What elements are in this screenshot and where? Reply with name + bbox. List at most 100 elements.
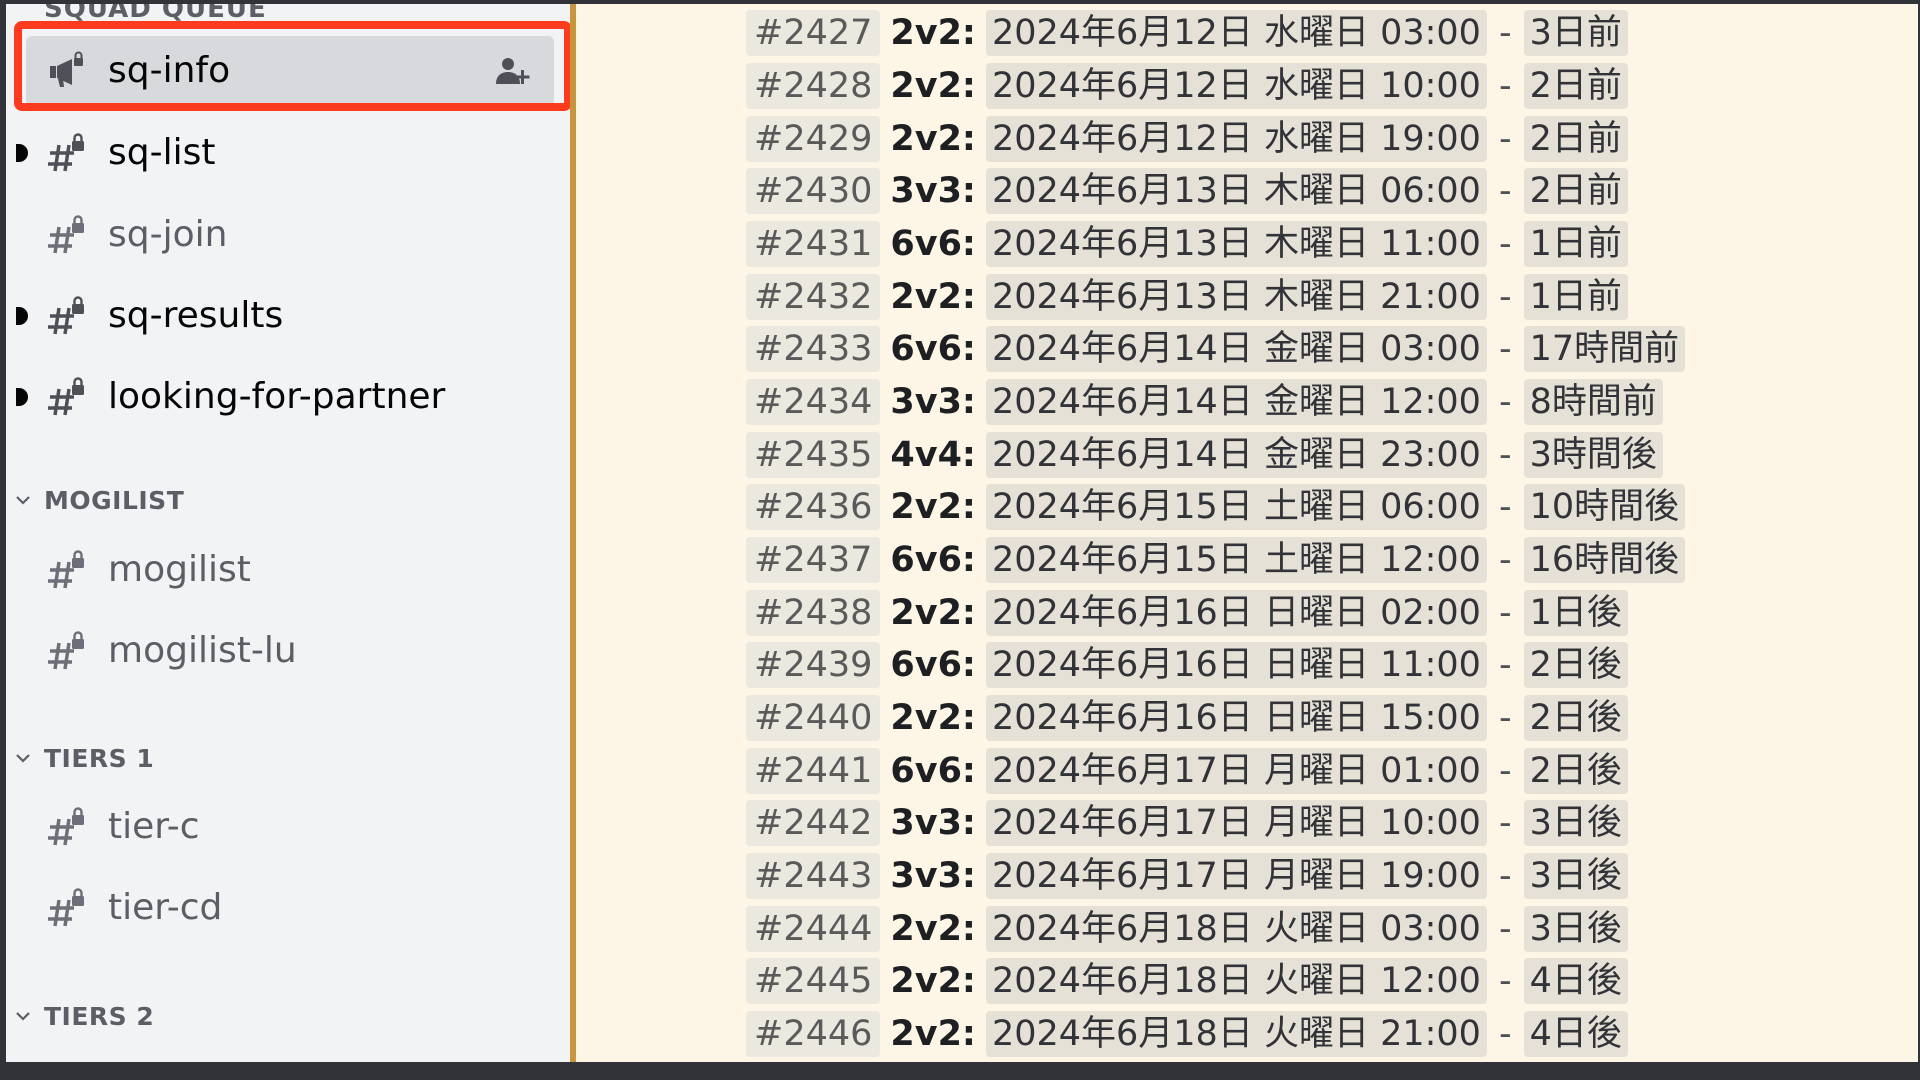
schedule-row: #2432 2v2: 2024年6月13日 木曜日 21:00 - 1日前 <box>746 274 1628 320</box>
timestamp[interactable]: 2024年6月14日 金曜日 23:00 <box>985 432 1487 478</box>
squad-number: #2444 <box>746 906 881 952</box>
schedule-row: #2439 6v6: 2024年6月16日 日曜日 11:00 - 2日後 <box>746 642 1628 688</box>
relative-time[interactable]: 2日前 <box>1523 116 1628 162</box>
timestamp[interactable]: 2024年6月17日 月曜日 10:00 <box>985 800 1487 846</box>
channel-label: tier-cd <box>108 887 223 928</box>
relative-time[interactable]: 2日前 <box>1523 168 1628 214</box>
timestamp[interactable]: 2024年6月18日 火曜日 21:00 <box>985 1011 1487 1057</box>
add-member-icon[interactable] <box>494 54 530 90</box>
timestamp[interactable]: 2024年6月13日 木曜日 06:00 <box>985 168 1487 214</box>
relative-time[interactable]: 17時間前 <box>1523 326 1686 372</box>
squad-format: 6v6: <box>890 645 976 685</box>
separator: - <box>1498 171 1512 211</box>
timestamp[interactable]: 2024年6月14日 金曜日 03:00 <box>985 326 1487 372</box>
chevron-down-icon <box>16 496 30 505</box>
timestamp[interactable]: 2024年6月16日 日曜日 02:00 <box>985 590 1487 636</box>
relative-time[interactable]: 2日後 <box>1523 748 1628 794</box>
channel-tier-cd[interactable]: tier-cd <box>26 873 554 943</box>
hash-lock-icon <box>44 131 88 175</box>
hash-lock-icon <box>44 805 88 849</box>
separator: - <box>1498 909 1512 949</box>
squad-number: #2430 <box>746 168 881 214</box>
relative-time[interactable]: 3日後 <box>1523 800 1628 846</box>
squad-number: #2436 <box>746 484 881 530</box>
separator: - <box>1498 540 1512 580</box>
category-mogilist[interactable]: MOGILIST <box>14 483 184 517</box>
squad-format: 2v2: <box>890 961 976 1001</box>
timestamp[interactable]: 2024年6月13日 木曜日 21:00 <box>985 274 1487 320</box>
relative-time[interactable]: 1日後 <box>1523 590 1628 636</box>
squad-number: #2440 <box>746 695 881 741</box>
channel-sq-results[interactable]: sq-results <box>16 281 554 351</box>
timestamp[interactable]: 2024年6月16日 日曜日 15:00 <box>985 695 1487 741</box>
squad-format: 2v2: <box>890 698 976 738</box>
relative-time[interactable]: 3日前 <box>1523 10 1628 56</box>
relative-time[interactable]: 3日後 <box>1523 906 1628 952</box>
category-tiers-2[interactable]: TIERS 2 <box>14 999 154 1033</box>
category-label: MOGILIST <box>44 485 185 515</box>
channel-sq-info[interactable]: sq-info <box>26 36 554 106</box>
channel-sq-list[interactable]: sq-list <box>16 118 554 188</box>
relative-time[interactable]: 2日前 <box>1523 63 1628 109</box>
timestamp[interactable]: 2024年6月12日 水曜日 03:00 <box>985 10 1487 56</box>
channel-mogilist-lu[interactable]: mogilist-lu <box>26 616 554 686</box>
hash-lock-icon <box>44 213 88 257</box>
relative-time[interactable]: 4日後 <box>1523 958 1628 1004</box>
channel-label: sq-info <box>108 50 231 91</box>
schedule-row: #2437 6v6: 2024年6月15日 土曜日 12:00 - 16時間後 <box>746 537 1686 583</box>
channel-label: tier-c <box>108 806 200 847</box>
relative-time[interactable]: 8時間前 <box>1523 379 1663 425</box>
squad-number: #2429 <box>746 116 881 162</box>
timestamp[interactable]: 2024年6月17日 月曜日 19:00 <box>985 853 1487 899</box>
timestamp[interactable]: 2024年6月17日 月曜日 01:00 <box>985 748 1487 794</box>
hash-lock-icon <box>44 375 88 419</box>
squad-number: #2435 <box>746 432 881 478</box>
timestamp[interactable]: 2024年6月14日 金曜日 12:00 <box>985 379 1487 425</box>
timestamp[interactable]: 2024年6月12日 水曜日 19:00 <box>985 116 1487 162</box>
timestamp[interactable]: 2024年6月15日 土曜日 12:00 <box>985 537 1487 583</box>
separator: - <box>1498 961 1512 1001</box>
schedule-row: #2430 3v3: 2024年6月13日 木曜日 06:00 - 2日前 <box>746 168 1628 214</box>
schedule-row: #2438 2v2: 2024年6月16日 日曜日 02:00 - 1日後 <box>746 590 1628 636</box>
squad-number: #2439 <box>746 642 881 688</box>
hash-lock-icon <box>44 886 88 930</box>
squad-number: #2427 <box>746 10 881 56</box>
separator: - <box>1498 382 1512 422</box>
squad-format: 2v2: <box>890 13 976 53</box>
timestamp[interactable]: 2024年6月18日 火曜日 12:00 <box>985 958 1487 1004</box>
squad-number: #2428 <box>746 63 881 109</box>
separator: - <box>1498 803 1512 843</box>
relative-time[interactable]: 2日後 <box>1523 695 1628 741</box>
timestamp[interactable]: 2024年6月18日 火曜日 03:00 <box>985 906 1487 952</box>
channel-label: looking-for-partner <box>108 376 446 417</box>
relative-time[interactable]: 2日後 <box>1523 642 1628 688</box>
timestamp[interactable]: 2024年6月16日 日曜日 11:00 <box>985 642 1487 688</box>
separator: - <box>1498 277 1512 317</box>
relative-time[interactable]: 1日前 <box>1523 274 1628 320</box>
relative-time[interactable]: 10時間後 <box>1523 484 1686 530</box>
channel-mogilist[interactable]: mogilist <box>26 535 554 605</box>
separator: - <box>1498 329 1512 369</box>
timestamp[interactable]: 2024年6月12日 水曜日 10:00 <box>985 63 1487 109</box>
channel-sq-join[interactable]: sq-join <box>26 200 554 270</box>
relative-time[interactable]: 1日前 <box>1523 221 1628 267</box>
timestamp[interactable]: 2024年6月15日 土曜日 06:00 <box>985 484 1487 530</box>
channel-label: sq-list <box>108 132 216 173</box>
squad-number: #2433 <box>746 326 881 372</box>
schedule-row: #2427 2v2: 2024年6月12日 水曜日 03:00 - 3日前 <box>746 10 1628 56</box>
chevron-down-icon <box>16 754 30 763</box>
relative-time[interactable]: 16時間後 <box>1523 537 1686 583</box>
category-tiers-1[interactable]: TIERS 1 <box>14 741 154 775</box>
separator: - <box>1498 13 1512 53</box>
separator: - <box>1498 751 1512 791</box>
relative-time[interactable]: 3時間後 <box>1523 432 1663 478</box>
channel-looking-for-partner[interactable]: looking-for-partner <box>16 362 554 432</box>
relative-time[interactable]: 3日後 <box>1523 853 1628 899</box>
relative-time[interactable]: 4日後 <box>1523 1011 1628 1057</box>
unread-indicator <box>16 388 28 406</box>
squad-format: 6v6: <box>890 540 976 580</box>
channel-tier-c[interactable]: tier-c <box>26 792 554 862</box>
squad-format: 6v6: <box>890 751 976 791</box>
timestamp[interactable]: 2024年6月13日 木曜日 11:00 <box>985 221 1487 267</box>
separator: - <box>1498 1014 1512 1054</box>
